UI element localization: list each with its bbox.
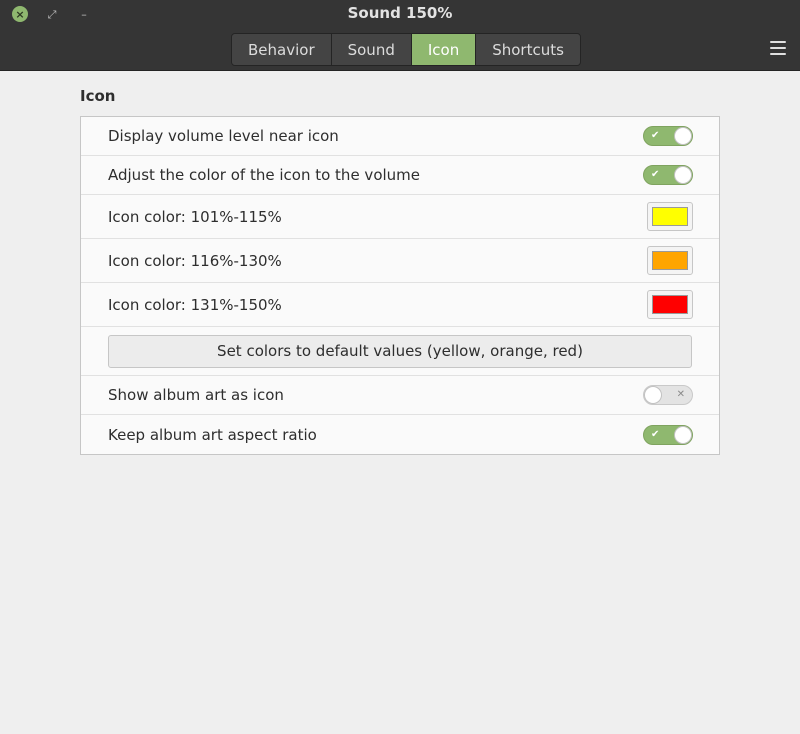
- tab-bar: Behavior Sound Icon Shortcuts: [231, 33, 581, 66]
- color-picker-button-2[interactable]: [647, 246, 693, 275]
- color-picker-button-3[interactable]: [647, 290, 693, 319]
- reset-colors-button[interactable]: Set colors to default values (yellow, or…: [108, 334, 692, 368]
- setting-row-color-1: Icon color: 101%-115%: [81, 195, 719, 239]
- switch-knob: [674, 425, 692, 444]
- setting-label: Display volume level near icon: [108, 127, 339, 145]
- setting-row-aspect-ratio: Keep album art aspect ratio ✔: [81, 415, 719, 454]
- section-title: Icon: [80, 87, 116, 105]
- cross-icon: ✕: [676, 389, 685, 400]
- switch-knob: [674, 127, 692, 145]
- color-swatch: [652, 207, 688, 226]
- setting-label: Adjust the color of the icon to the volu…: [108, 166, 421, 184]
- adjust-color-switch[interactable]: ✔: [643, 165, 693, 185]
- check-icon: ✔: [651, 130, 660, 141]
- color-swatch: [652, 251, 688, 270]
- setting-label: Icon color: 131%-150%: [108, 295, 282, 314]
- setting-label: Icon color: 116%-130%: [108, 251, 282, 270]
- tab-shortcuts[interactable]: Shortcuts: [476, 34, 580, 65]
- menu-bar-line: [770, 53, 786, 55]
- check-icon: ✔: [651, 169, 660, 180]
- color-swatch: [652, 295, 688, 314]
- tab-sound[interactable]: Sound: [331, 34, 412, 65]
- titlebar: × ⤢ – Sound 150% Behavior Sound Icon Sho…: [0, 0, 800, 71]
- setting-label: Icon color: 101%-115%: [108, 207, 282, 226]
- menu-bar-line: [770, 41, 786, 43]
- setting-row-color-3: Icon color: 131%-150%: [81, 283, 719, 327]
- setting-row-adjust-color: Adjust the color of the icon to the volu…: [81, 156, 719, 195]
- switch-knob: [644, 386, 662, 404]
- setting-row-reset: Set colors to default values (yellow, or…: [81, 327, 719, 376]
- switch-knob: [674, 166, 692, 184]
- menu-bar-line: [770, 47, 786, 49]
- album-art-switch[interactable]: ✕: [643, 385, 693, 405]
- display-volume-switch[interactable]: ✔: [643, 126, 693, 146]
- settings-list: Display volume level near icon ✔ Adjust …: [80, 116, 720, 455]
- aspect-ratio-switch[interactable]: ✔: [643, 424, 693, 445]
- setting-row-color-2: Icon color: 116%-130%: [81, 239, 719, 283]
- hamburger-menu-icon[interactable]: [770, 40, 786, 56]
- color-picker-button-1[interactable]: [647, 202, 693, 231]
- check-icon: ✔: [651, 428, 660, 440]
- window: × ⤢ – Sound 150% Behavior Sound Icon Sho…: [0, 0, 800, 734]
- setting-label: Show album art as icon: [108, 386, 284, 404]
- tab-behavior[interactable]: Behavior: [232, 34, 332, 65]
- setting-row-display-volume: Display volume level near icon ✔: [81, 117, 719, 156]
- window-title: Sound 150%: [347, 4, 453, 22]
- setting-row-album-art: Show album art as icon ✕: [81, 376, 719, 415]
- setting-label: Keep album art aspect ratio: [108, 425, 317, 444]
- tab-icon[interactable]: Icon: [411, 34, 477, 65]
